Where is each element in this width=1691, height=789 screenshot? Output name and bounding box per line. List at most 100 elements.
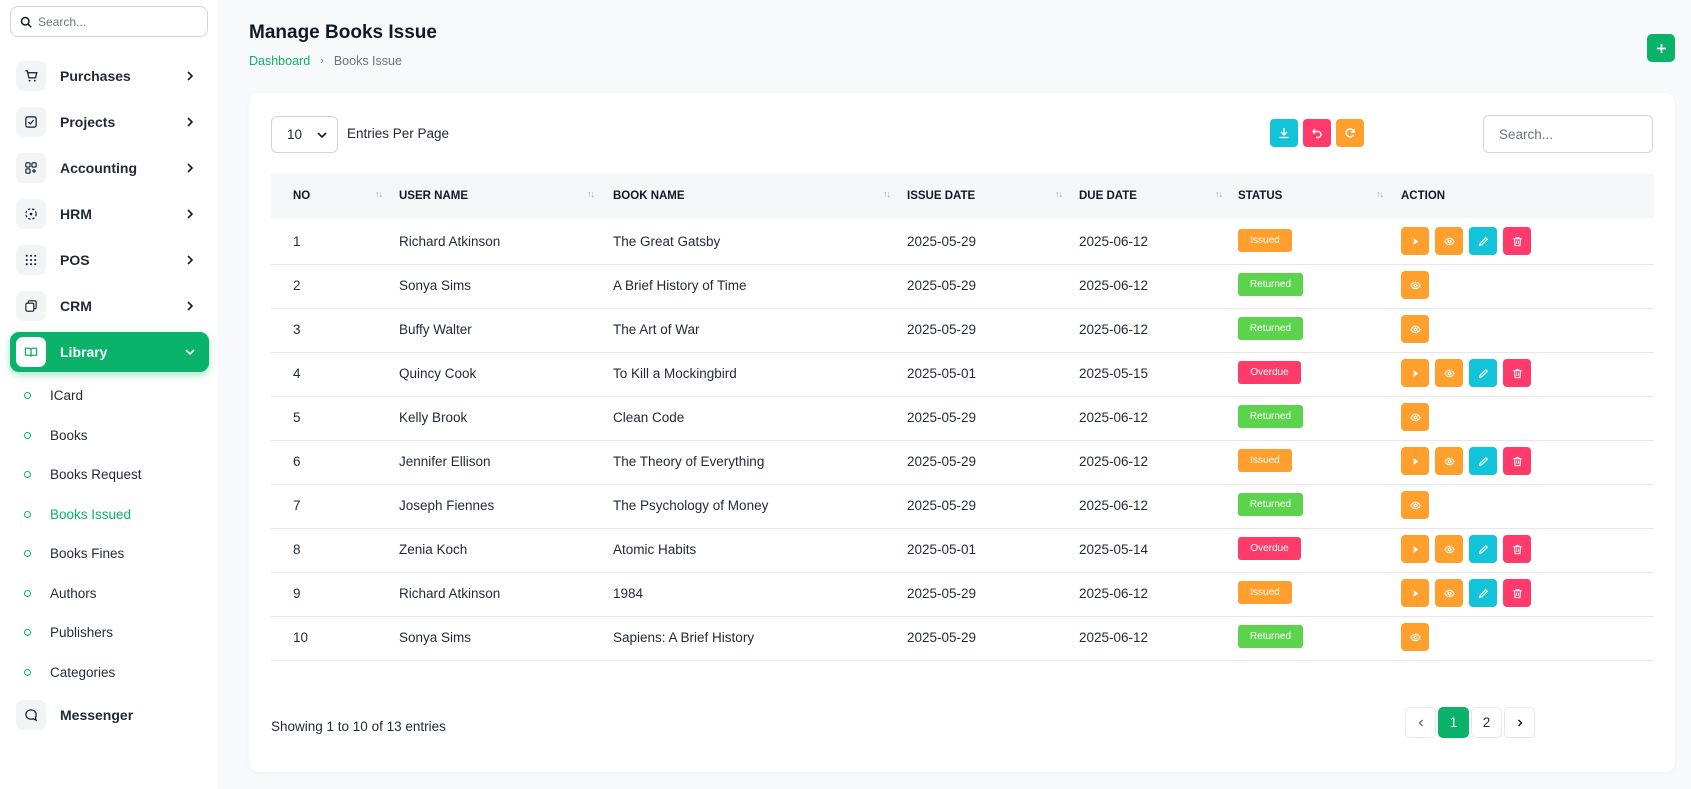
eye-icon <box>1409 413 1421 421</box>
table-row: 8 Zenia Koch Atomic Habits 2025-05-01 2025-0… <box>271 526 1654 573</box>
edit-button[interactable] <box>1469 579 1497 607</box>
edit-button[interactable] <box>1469 227 1497 255</box>
sidebar-item-hrm[interactable]: HRM <box>10 194 209 234</box>
column-header-user-name[interactable]: USER NAME <box>399 174 468 218</box>
cell-no: 6 <box>293 454 301 469</box>
cell-book-name: Clean Code <box>613 410 685 425</box>
delete-button[interactable] <box>1503 359 1531 387</box>
sidebar-search[interactable] <box>10 6 208 37</box>
add-book-issue-button[interactable] <box>1647 34 1675 62</box>
return-button[interactable] <box>1401 579 1429 607</box>
delete-button[interactable] <box>1503 535 1531 563</box>
delete-button[interactable] <box>1503 227 1531 255</box>
refresh-button[interactable] <box>1336 119 1364 147</box>
return-button[interactable] <box>1401 359 1429 387</box>
cell-user-name: Joseph Fiennes <box>399 498 495 513</box>
sidebar-subitem-categories[interactable]: Categories <box>24 661 115 683</box>
sidebar-subitem-publishers[interactable]: Publishers <box>24 621 113 643</box>
cell-user-name: Jennifer Ellison <box>399 454 491 469</box>
sidebar-subitem-books[interactable]: Books <box>24 424 88 446</box>
page-title: Manage Books Issue <box>249 22 437 43</box>
delete-button[interactable] <box>1503 447 1531 475</box>
view-button[interactable] <box>1435 447 1463 475</box>
chevron-down-icon <box>185 349 195 356</box>
view-button[interactable] <box>1435 359 1463 387</box>
cell-issue-date: 2025-05-29 <box>907 234 977 249</box>
sort-icon[interactable]: ↑↓ <box>587 189 595 199</box>
table-search-input[interactable] <box>1483 115 1653 153</box>
sidebar-item-crm[interactable]: CRM <box>10 286 209 326</box>
view-button[interactable] <box>1401 491 1429 519</box>
eye-icon <box>1443 369 1455 377</box>
sidebar-item-label: Messenger <box>60 707 134 723</box>
bullet-icon <box>24 628 31 636</box>
column-header-issue-date[interactable]: ISSUE DATE <box>907 174 975 218</box>
pagination-page-1[interactable]: 1 <box>1438 707 1469 738</box>
sort-icon[interactable]: ↑↓ <box>1376 189 1384 199</box>
table-row: 2 Sonya Sims A Brief History of Time 2025-0… <box>271 262 1654 309</box>
pagination-prev-button[interactable] <box>1405 707 1436 738</box>
sidebar-item-messenger[interactable]: Messenger <box>10 695 209 735</box>
cell-issue-date: 2025-05-29 <box>907 410 977 425</box>
entries-per-page-select[interactable]: 10 <box>271 116 338 153</box>
sidebar-item-library[interactable]: Library <box>10 332 209 372</box>
cell-issue-date: 2025-05-29 <box>907 454 977 469</box>
cell-issue-date: 2025-05-29 <box>907 586 977 601</box>
sidebar-item-label: Accounting <box>60 160 137 176</box>
bullet-icon <box>24 549 31 557</box>
sidebar-item-pos[interactable]: POS <box>10 240 209 280</box>
sidebar-item-accounting[interactable]: Accounting <box>10 148 209 188</box>
sidebar-item-projects[interactable]: Projects <box>10 102 209 142</box>
sidebar-subitem-books-request[interactable]: Books Request <box>24 463 142 485</box>
bullet-icon <box>24 470 31 478</box>
sidebar-subitem-books-fines[interactable]: Books Fines <box>24 542 124 564</box>
sidebar-subitem-icard[interactable]: ICard <box>24 384 83 406</box>
view-button[interactable] <box>1401 315 1429 343</box>
sidebar-item-purchases[interactable]: Purchases <box>10 56 209 96</box>
return-button[interactable] <box>1401 447 1429 475</box>
table-row: 3 Buffy Walter The Art of War 2025-05-29 202… <box>271 306 1654 353</box>
pagination-page-2[interactable]: 2 <box>1471 707 1502 738</box>
edit-button[interactable] <box>1469 447 1497 475</box>
cell-no: 9 <box>293 586 301 601</box>
view-button[interactable] <box>1401 271 1429 299</box>
view-button[interactable] <box>1435 579 1463 607</box>
export-button[interactable] <box>1270 119 1298 147</box>
chevron-left-icon <box>1418 719 1423 726</box>
sort-icon[interactable]: ↑↓ <box>1215 189 1223 199</box>
cell-due-date: 2025-06-12 <box>1079 630 1149 645</box>
cell-issue-date: 2025-05-29 <box>907 322 977 337</box>
sort-icon[interactable]: ↑↓ <box>1055 189 1063 199</box>
sidebar-subitem-books-issued[interactable]: Books Issued <box>24 503 131 525</box>
sort-icon[interactable]: ↑↓ <box>375 189 383 199</box>
dashed-circle-icon <box>16 199 46 229</box>
pagination-next-button[interactable] <box>1504 707 1535 738</box>
column-header-status[interactable]: STATUS <box>1238 174 1282 218</box>
view-button[interactable] <box>1435 535 1463 563</box>
cell-no: 1 <box>293 234 301 249</box>
copy-icon <box>16 291 46 321</box>
bullet-icon <box>24 391 31 399</box>
sort-icon[interactable]: ↑↓ <box>883 189 891 199</box>
delete-button[interactable] <box>1503 579 1531 607</box>
sidebar-search-input[interactable] <box>38 14 198 29</box>
bullet-icon <box>24 431 31 439</box>
column-header-no[interactable]: NO <box>293 174 310 218</box>
view-button[interactable] <box>1401 403 1429 431</box>
return-button[interactable] <box>1401 227 1429 255</box>
column-header-due-date[interactable]: DUE DATE <box>1079 174 1137 218</box>
view-button[interactable] <box>1401 623 1429 651</box>
reset-button[interactable] <box>1303 119 1331 147</box>
cell-due-date: 2025-06-12 <box>1079 410 1149 425</box>
sidebar-subitem-authors[interactable]: Authors <box>24 582 97 604</box>
edit-button[interactable] <box>1469 535 1497 563</box>
cell-issue-date: 2025-05-01 <box>907 366 977 381</box>
return-button[interactable] <box>1401 535 1429 563</box>
column-header-book-name[interactable]: BOOK NAME <box>613 174 685 218</box>
breadcrumb-dashboard-link[interactable]: Dashboard <box>249 54 310 68</box>
view-button[interactable] <box>1435 227 1463 255</box>
status-badge: Returned <box>1238 405 1303 428</box>
edit-button[interactable] <box>1469 359 1497 387</box>
breadcrumb-separator-icon: › <box>320 55 324 67</box>
cart-icon <box>16 61 46 91</box>
